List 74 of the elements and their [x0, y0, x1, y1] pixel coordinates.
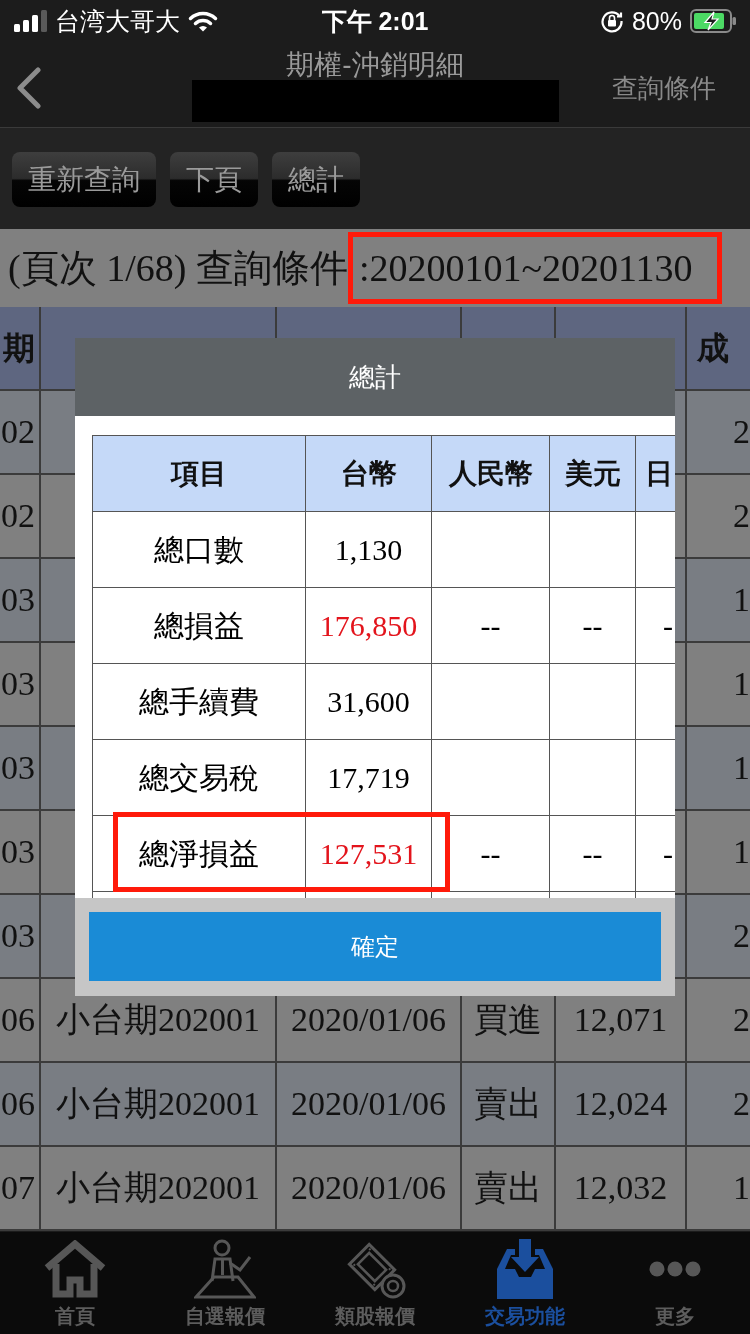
table-cell-text: 1 [732, 832, 750, 872]
table-cell: 03 [0, 727, 41, 809]
tab-item[interactable]: 類股報價 [300, 1232, 450, 1334]
wifi-icon [188, 10, 218, 32]
table-cell-text: - [662, 607, 674, 644]
page-title: 期權-沖銷明細 [286, 50, 464, 80]
table-cell: 小台期202001 [41, 1063, 277, 1145]
more-icon [649, 1261, 701, 1277]
table-cell-text: 2 [732, 916, 750, 956]
table-cell: 06 [0, 979, 41, 1061]
battery-percent-text: 80% [631, 6, 682, 36]
column-header: 美元 [550, 436, 636, 511]
battery-charging-icon [690, 9, 736, 33]
table-cell: 07 [0, 1147, 41, 1229]
table-cell-text: 1 [732, 664, 750, 704]
table-cell: 31,600 [306, 664, 432, 739]
home-icon [43, 1240, 107, 1298]
column-header: 台幣 [306, 436, 432, 511]
person-at-desk-icon [194, 1239, 256, 1299]
table-cell: 17,719 [306, 740, 432, 815]
table-cell: 03 [0, 895, 41, 977]
table-cell: 03 [0, 559, 41, 641]
dialog-title: 總計 [75, 338, 675, 416]
signal-icon [14, 10, 47, 32]
table-cell-text: 2 [732, 1084, 750, 1124]
table-cell: 總損益 [92, 588, 306, 663]
table-cell: -- [432, 816, 550, 891]
table-cell: 03 [0, 643, 41, 725]
clock-text: 下午 2:01 [321, 6, 429, 36]
table-cell: 1,130 [306, 512, 432, 587]
table-cell-text: 1 [732, 1168, 750, 1208]
column-header: 期 [0, 307, 41, 389]
table-cell: 02 [0, 391, 41, 473]
table-cell: 2020/01/06 [277, 1063, 462, 1145]
table-cell: 03 [0, 811, 41, 893]
toolbar-button[interactable]: 下頁 [170, 152, 258, 207]
confirm-button[interactable]: 確定 [89, 912, 661, 981]
tab-item[interactable]: 更多 [600, 1232, 750, 1334]
table-cell: 2020/01/06 [277, 1147, 462, 1229]
table-cell: 12,024 [556, 1063, 687, 1145]
toolbar-button[interactable]: 總計 [272, 152, 360, 207]
column-header: 成 [696, 329, 730, 368]
table-cell-text: 2 [732, 1000, 750, 1040]
table-cell-text: 1 [732, 748, 750, 788]
table-cell-text: - [662, 835, 674, 872]
table-cell: 176,850 [306, 588, 432, 663]
query-conditions-link[interactable]: 查詢條件 [612, 72, 716, 103]
table-cell: 賣出 [462, 1147, 556, 1229]
table-cell: 總交易稅 [92, 740, 306, 815]
tab-item[interactable]: 交易功能 [450, 1232, 600, 1334]
date-range-text: :20200101~20201130 [347, 232, 722, 304]
table-cell-text: 1 [732, 580, 750, 620]
carrier-text: 台湾大哥大 [55, 6, 180, 36]
page-info-text: (頁次 1/68) 查詢條件 [8, 246, 348, 290]
table-cell: 總口數 [92, 512, 306, 587]
table-cell: 12,032 [556, 1147, 687, 1229]
table-cell: -- [550, 588, 636, 663]
toolbar-button[interactable]: 重新查詢 [12, 152, 156, 207]
back-chevron-icon[interactable] [16, 66, 42, 109]
table-cell-text: 2 [732, 412, 750, 452]
table-cell: 06 [0, 1063, 41, 1145]
table-cell-text: 2 [732, 496, 750, 536]
table-cell: 小台期202001 [41, 1147, 277, 1229]
table-cell: 02 [0, 475, 41, 557]
table-cell: 總手續費 [92, 664, 306, 739]
column-header: 人民幣 [432, 436, 550, 511]
column-header: 日 [644, 456, 674, 491]
column-header: 項目 [92, 436, 306, 511]
table-cell: -- [550, 816, 636, 891]
table-cell: 賣出 [462, 1063, 556, 1145]
tab-item[interactable]: 首頁 [0, 1232, 150, 1334]
table-cell: -- [432, 588, 550, 663]
rotation-lock-icon [599, 9, 624, 33]
tab-item[interactable]: 自選報價 [150, 1232, 300, 1334]
